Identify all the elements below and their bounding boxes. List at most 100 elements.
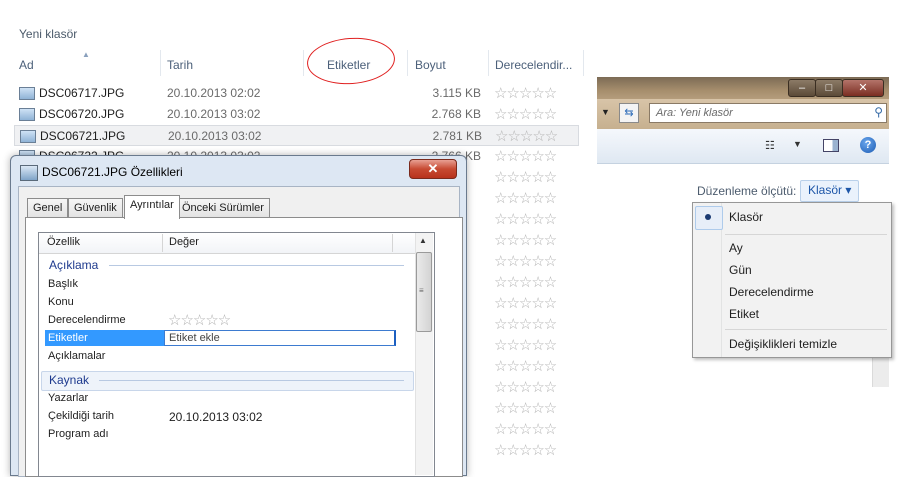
menu-separator	[725, 234, 887, 235]
menu-item-gun[interactable]: Gün	[729, 263, 752, 277]
tags-input-placeholder: Etiket ekle	[169, 332, 220, 344]
scroll-up-icon[interactable]: ▲	[419, 236, 427, 245]
file-row-selected[interactable]: DSC06721.JPG 20.10.2013 03:02 2.781 KB ☆…	[14, 125, 579, 146]
maximize-button[interactable]: □	[815, 79, 843, 97]
image-file-icon	[20, 165, 38, 181]
column-header-name[interactable]: Ad	[19, 58, 34, 72]
rating-stars[interactable]: ☆☆☆☆☆	[494, 336, 557, 354]
rating-stars[interactable]: ☆☆☆☆☆	[494, 210, 557, 228]
column-divider[interactable]	[583, 50, 584, 76]
file-name: DSC06720.JPG	[39, 107, 125, 121]
rating-stars[interactable]: ☆☆☆☆☆	[494, 84, 557, 102]
group-divider	[99, 380, 404, 381]
menu-item-derecelendirme[interactable]: Derecelendirme	[729, 285, 814, 299]
group-header-aciklama: Açıklama	[49, 258, 99, 272]
radio-bullet-icon	[705, 214, 711, 220]
tab-guvenlik[interactable]: Güvenlik	[68, 198, 123, 217]
search-placeholder: Ara: Yeni klasör	[656, 107, 733, 119]
property-list-header	[39, 233, 415, 254]
image-file-icon	[19, 87, 35, 100]
properties-dialog: DSC06721.JPG Özellikleri ✕ Genel Güvenli…	[10, 155, 467, 477]
rating-stars[interactable]: ☆☆☆☆☆	[494, 252, 557, 270]
file-date: 20.10.2013 03:02	[167, 107, 261, 121]
rating-stars[interactable]: ☆☆☆☆☆	[494, 105, 557, 123]
rating-stars[interactable]: ☆☆☆☆☆	[494, 357, 557, 375]
rating-stars[interactable]: ☆☆☆☆☆	[494, 378, 557, 396]
help-icon[interactable]: ?	[860, 137, 876, 153]
group-header-box	[41, 371, 414, 391]
search-input[interactable]: Ara: Yeni klasör ⚲	[649, 103, 887, 123]
property-label: Yazarlar	[48, 392, 89, 404]
file-name: DSC06717.JPG	[39, 86, 125, 100]
rating-stars[interactable]: ☆☆☆☆☆	[494, 441, 557, 459]
column-header-value[interactable]: Değer	[169, 236, 199, 248]
rating-stars[interactable]: ☆☆☆☆☆	[494, 147, 557, 165]
menu-separator	[725, 329, 887, 330]
tab-onceki-surumler[interactable]: Önceki Sürümler	[176, 198, 270, 217]
refresh-icon[interactable]: ⇆	[619, 103, 639, 123]
column-divider[interactable]	[488, 50, 489, 76]
tab-ayrintilar[interactable]: Ayrıntılar	[124, 195, 180, 219]
property-label: Konu	[48, 296, 74, 308]
menu-item-ay[interactable]: Ay	[729, 241, 743, 255]
rating-stars[interactable]: ☆☆☆☆☆	[494, 168, 557, 186]
dialog-title: DSC06721.JPG Özellikleri	[42, 165, 183, 179]
chevron-down-icon[interactable]: ▼	[601, 107, 610, 117]
file-row[interactable]: DSC06717.JPG 20.10.2013 02:02 3.115 KB ☆…	[14, 83, 579, 104]
column-divider[interactable]	[162, 234, 163, 252]
file-size: 2.768 KB	[431, 107, 481, 121]
menu-item-clear-changes[interactable]: Değişiklikleri temizle	[729, 337, 837, 351]
file-name: DSC06721.JPG	[40, 129, 126, 143]
column-header-rating[interactable]: Derecelendir...	[495, 58, 572, 72]
annotation-circle	[305, 34, 397, 88]
property-label-selected[interactable]: Etiketler	[48, 332, 88, 344]
file-date: 20.10.2013 03:02	[168, 129, 262, 143]
rating-stars[interactable]: ☆☆☆☆☆	[168, 311, 231, 329]
close-button[interactable]: ✕	[842, 79, 884, 97]
image-file-icon	[20, 130, 36, 143]
tab-genel[interactable]: Genel	[27, 198, 69, 217]
menu-item-klasor[interactable]: Klasör	[729, 210, 763, 224]
sort-ascending-icon: ▲	[82, 50, 90, 59]
search-icon[interactable]: ⚲	[874, 105, 883, 119]
file-date: 20.10.2013 02:02	[167, 86, 261, 100]
chevron-down-icon[interactable]: ▼	[793, 139, 802, 149]
property-label: Program adı	[48, 428, 109, 440]
column-header-size[interactable]: Boyut	[415, 58, 446, 72]
menu-item-etiket[interactable]: Etiket	[729, 307, 759, 321]
rating-stars[interactable]: ☆☆☆☆☆	[494, 294, 557, 312]
group-header-kaynak: Kaynak	[49, 373, 90, 387]
group-divider	[109, 265, 404, 266]
file-size: 2.781 KB	[432, 129, 482, 143]
grip-icon: ≡	[419, 286, 424, 295]
rating-stars[interactable]: ☆☆☆☆☆	[494, 420, 557, 438]
rating-stars[interactable]: ☆☆☆☆☆	[494, 189, 557, 207]
column-divider[interactable]	[160, 50, 161, 76]
rating-stars[interactable]: ☆☆☆☆☆	[494, 231, 557, 249]
preview-pane-icon[interactable]	[823, 139, 839, 152]
arrange-by-label: Düzenleme ölçütü:	[697, 184, 797, 198]
column-header-property[interactable]: Özellik	[47, 236, 80, 248]
column-divider[interactable]	[392, 234, 393, 252]
file-row[interactable]: DSC06720.JPG 20.10.2013 03:02 2.768 KB ☆…	[14, 104, 579, 125]
arrange-by-dropdown[interactable]: Klasör ▾	[800, 180, 860, 202]
minimize-button[interactable]: –	[788, 79, 816, 97]
property-label: Açıklamalar	[48, 350, 106, 362]
rating-stars[interactable]: ☆☆☆☆☆	[495, 127, 558, 145]
column-divider[interactable]	[303, 50, 304, 76]
property-label: Derecelendirme	[48, 314, 126, 326]
rating-stars[interactable]: ☆☆☆☆☆	[494, 315, 557, 333]
command-bar	[597, 129, 889, 164]
rating-stars[interactable]: ☆☆☆☆☆	[494, 399, 557, 417]
column-divider[interactable]	[407, 50, 408, 76]
rating-stars[interactable]: ☆☆☆☆☆	[494, 273, 557, 291]
arrange-menu: Klasör Ay Gün Derecelendirme Etiket Deği…	[692, 202, 892, 358]
property-label: Çekildiği tarih	[48, 410, 115, 422]
dialog-close-button[interactable]: ✕	[409, 159, 457, 179]
file-size: 3.115 KB	[432, 86, 481, 100]
folder-title: Yeni klasör	[19, 27, 78, 41]
property-label: Başlık	[48, 278, 78, 290]
views-icon[interactable]: ☷	[765, 139, 775, 152]
image-file-icon	[19, 108, 35, 121]
column-header-date[interactable]: Tarih	[167, 58, 193, 72]
